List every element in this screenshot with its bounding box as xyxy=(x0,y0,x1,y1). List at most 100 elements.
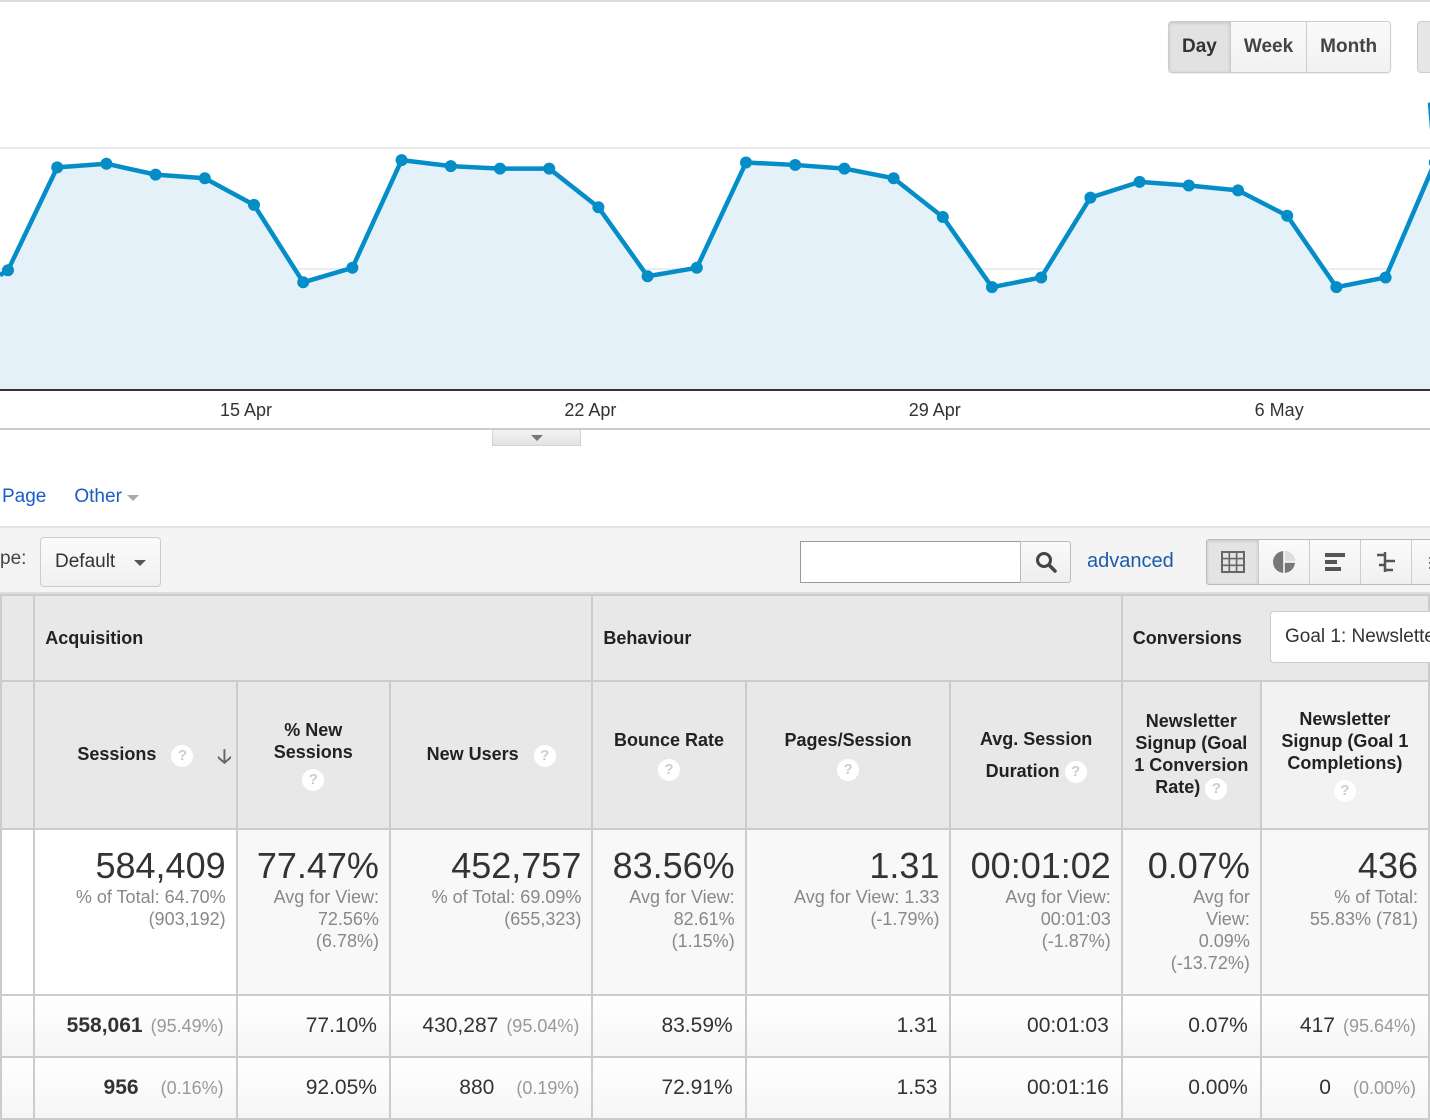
total-sub: 00:01:03 xyxy=(1040,909,1111,929)
conversion-rate-column-header[interactable]: Newsletter Signup (Goal 1 Conversion Rat… xyxy=(1120,680,1262,830)
sort-descending-icon: 🡣 xyxy=(217,746,232,768)
row-pages-cell: 1.53 xyxy=(744,1056,952,1120)
dimension-column-header[interactable] xyxy=(0,680,36,830)
data-point xyxy=(444,160,457,173)
series-area xyxy=(0,102,1430,390)
type-select[interactable]: Default xyxy=(40,537,161,587)
cell-value: 558,061 xyxy=(66,1014,143,1037)
caret-down-icon xyxy=(134,560,146,566)
data-point xyxy=(986,281,998,294)
help-icon[interactable]: ? xyxy=(1205,777,1228,800)
table-row[interactable]: 558,061 (95.49%) 77.10% 430,287 (95.04%) 8… xyxy=(0,994,1430,1058)
help-icon[interactable]: ? xyxy=(1333,780,1356,802)
advanced-filter-link[interactable]: advanced xyxy=(1087,550,1174,573)
row-duration-cell: 00:01:03 xyxy=(949,994,1123,1058)
help-icon[interactable]: ? xyxy=(1064,761,1087,784)
completions-column-header[interactable]: Newsletter Signup (Goal 1 Completions)? xyxy=(1259,680,1430,830)
new-users-column-header[interactable]: New Users ? xyxy=(388,680,594,830)
x-tick-label: 15 Apr xyxy=(220,400,272,420)
other-dropdown[interactable]: Other xyxy=(74,486,139,508)
total-sub: (903,192) xyxy=(148,909,226,929)
totals-sessions-cell: 584,409% of Total: 64.70% (903,192) xyxy=(33,828,238,996)
total-sub: (-1.79%) xyxy=(870,909,940,929)
search-icon xyxy=(1035,552,1057,573)
table-view-button[interactable] xyxy=(1207,540,1258,584)
data-point xyxy=(887,172,900,185)
totals-pct-new-cell: 77.47% Avg for View: 72.56% (6.78%) xyxy=(235,828,391,996)
totals-dimension-cell xyxy=(0,828,36,996)
page-link[interactable]: Page xyxy=(2,486,46,508)
data-point xyxy=(149,168,162,181)
table-row[interactable]: 956 (0.16%) 92.05% 880 (0.19%) 72.91% 1.53… xyxy=(0,1056,1430,1120)
row-pct-new-cell: 92.05% xyxy=(235,1056,391,1120)
completions-header-label: Newsletter Signup (Goal 1 Completions) xyxy=(1281,709,1409,773)
data-point xyxy=(641,270,654,283)
row-pct-new-cell: 77.10% xyxy=(235,994,391,1058)
help-icon[interactable]: ? xyxy=(533,744,556,767)
cell-pct: (95.49%) xyxy=(150,1016,224,1036)
conv-rate-header-label: Newsletter Signup (Goal 1 Conversion Rat… xyxy=(1134,711,1249,798)
pct-new-header-label: % New Sessions xyxy=(273,720,353,762)
totals-bounce-cell: 83.56% Avg for View: 82.61% (1.15%) xyxy=(591,828,747,996)
sessions-column-header[interactable]: Sessions ? 🡣 xyxy=(33,680,238,830)
data-point xyxy=(1232,184,1244,197)
data-point xyxy=(1084,191,1097,204)
total-sub: (6.78%) xyxy=(315,931,379,951)
data-point xyxy=(198,172,211,185)
cell-pct: (0.00%) xyxy=(1352,1078,1416,1098)
chevron-down-icon xyxy=(530,434,543,441)
row-sessions-cell: 956 (0.16%) xyxy=(33,1056,238,1120)
total-value: 77.47% xyxy=(256,845,379,886)
help-icon[interactable]: ? xyxy=(302,769,325,791)
cell-pct: (0.16%) xyxy=(160,1078,224,1098)
totals-pages-cell: 1.31 Avg for View: 1.33 (-1.79%) xyxy=(744,828,952,996)
total-value: 00:01:02 xyxy=(970,845,1111,886)
avg-session-duration-column-header[interactable]: Avg. Session Duration ? xyxy=(949,680,1123,830)
week-button[interactable]: Week xyxy=(1229,22,1307,72)
chart-options-button[interactable] xyxy=(1417,21,1430,73)
sessions-header-label: Sessions xyxy=(77,744,157,765)
total-sub: 0.09% xyxy=(1198,931,1250,951)
pages-session-column-header[interactable]: Pages/Session? xyxy=(744,680,952,830)
total-sub: % of Total: 64.70% xyxy=(75,887,226,907)
cell-value: 956 xyxy=(103,1076,139,1099)
cell-pct: (95.04%) xyxy=(506,1016,580,1036)
goal-select-dropdown[interactable]: Goal 1: Newsletter Signup xyxy=(1270,611,1430,663)
comparison-view-button[interactable] xyxy=(1360,540,1411,584)
help-icon[interactable]: ? xyxy=(837,759,860,781)
bounce-rate-column-header[interactable]: Bounce Rate? xyxy=(591,680,747,830)
total-value: 436 xyxy=(1357,845,1418,886)
total-sub: (-1.87%) xyxy=(1041,931,1111,951)
pivot-view-button[interactable] xyxy=(1411,540,1430,584)
data-point xyxy=(494,162,506,175)
bar-view-button[interactable] xyxy=(1309,540,1360,584)
totals-row: 584,409% of Total: 64.70% (903,192) 77.47… xyxy=(0,828,1430,996)
cell-value: 880 xyxy=(459,1076,495,1099)
row-dimension-cell xyxy=(0,1056,36,1120)
x-tick-label: 29 Apr xyxy=(909,400,961,420)
top-border xyxy=(0,0,1430,2)
totals-new-users-cell: 452,757% of Total: 69.09% (655,323) xyxy=(388,828,594,996)
row-new-users-cell: 880 (0.19%) xyxy=(388,1056,594,1120)
dimension-group-header xyxy=(0,594,36,682)
totals-conv-rate-cell: 0.07% Avg for View: 0.09% (-13.72%) xyxy=(1120,828,1262,996)
sessions-chart: 15 Apr 22 Apr 29 Apr 6 May xyxy=(0,100,1430,440)
row-conv-rate-cell: 0.07% xyxy=(1120,994,1262,1058)
collapse-chart-toggle[interactable] xyxy=(492,430,581,446)
caret-down-icon xyxy=(126,495,139,501)
pie-view-button[interactable] xyxy=(1258,540,1309,584)
total-value: 83.56% xyxy=(612,845,735,886)
data-point xyxy=(100,157,113,170)
table-view-switcher xyxy=(1206,539,1430,585)
row-new-users-cell: 430,287 (95.04%) xyxy=(388,994,594,1058)
help-icon[interactable]: ? xyxy=(658,759,681,781)
data-point xyxy=(592,201,605,214)
day-button[interactable]: Day xyxy=(1169,22,1230,72)
month-button[interactable]: Month xyxy=(1306,22,1391,72)
table-search-input[interactable] xyxy=(800,541,1021,583)
search-button[interactable] xyxy=(1020,541,1071,583)
pct-new-sessions-column-header[interactable]: % New Sessions? xyxy=(235,680,391,830)
data-point xyxy=(2,264,14,277)
chart-svg: 15 Apr 22 Apr 29 Apr 6 May xyxy=(0,102,1430,420)
help-icon[interactable]: ? xyxy=(171,744,194,767)
